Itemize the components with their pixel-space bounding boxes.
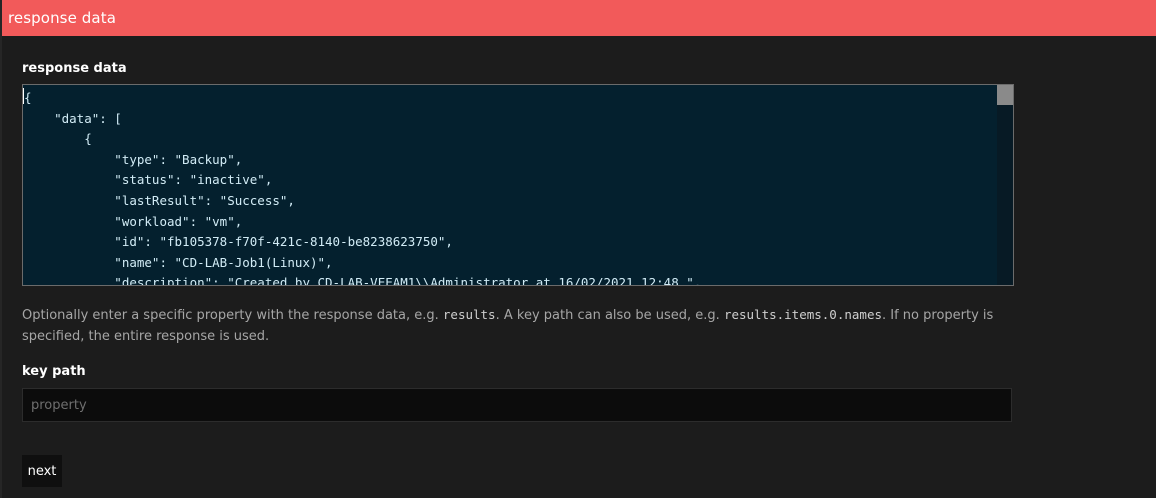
help-example-results: results [442, 307, 496, 322]
help-text-part2: . A key path can also be used, e.g. [495, 308, 724, 323]
response-data-editor[interactable]: { "data": [ { "type": "Backup", "status"… [22, 84, 1014, 286]
next-button[interactable]: next [22, 455, 62, 487]
text-cursor [23, 88, 24, 104]
response-data-label: response data [22, 61, 127, 76]
editor-scrollbar[interactable] [997, 85, 1013, 285]
help-example-key-path: results.items.0.names [723, 307, 882, 322]
header-title: response data [8, 9, 116, 27]
response-data-code[interactable]: { "data": [ { "type": "Backup", "status"… [24, 88, 701, 285]
header-bar: response data [2, 0, 1156, 36]
help-text-part1: Optionally enter a specific property wit… [22, 308, 443, 323]
key-path-label: key path [22, 364, 86, 379]
editor-scroll-thumb[interactable] [997, 85, 1013, 105]
key-path-help-text: Optionally enter a specific property wit… [22, 304, 1022, 347]
key-path-input[interactable] [22, 388, 1012, 422]
window-edge [0, 0, 2, 498]
